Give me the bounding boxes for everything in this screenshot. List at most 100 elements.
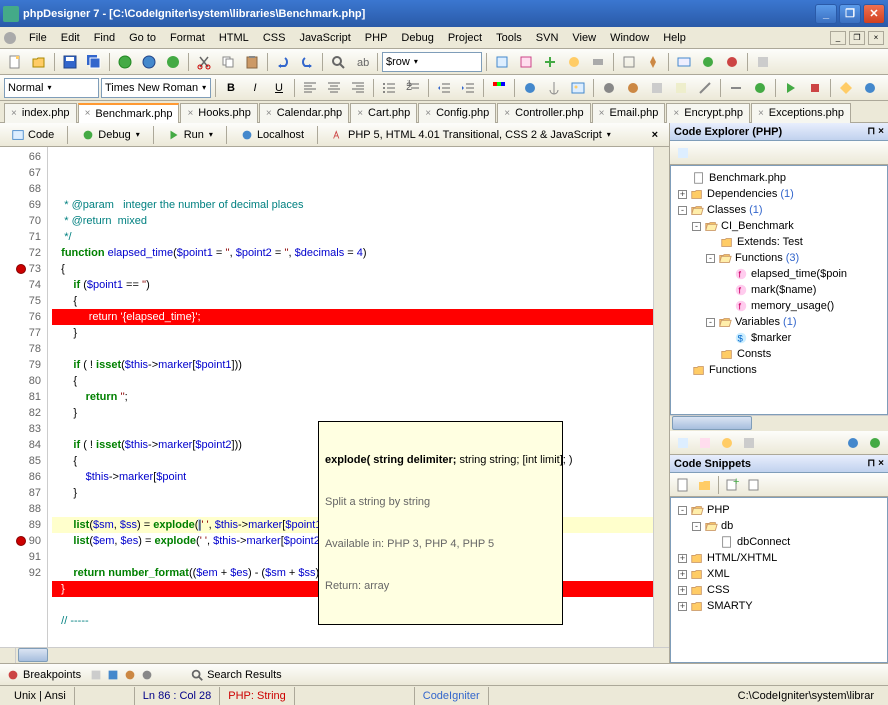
tree-node[interactable]: +SMARTY [675, 598, 883, 614]
image-button[interactable] [567, 77, 589, 99]
record-icon[interactable] [4, 32, 16, 44]
file-tab[interactable]: ×index.php [4, 103, 77, 123]
tree-node[interactable]: Consts [675, 346, 883, 362]
pin-icon[interactable]: ⊓ [867, 126, 875, 137]
menu-svn[interactable]: SVN [529, 30, 566, 46]
menu-project[interactable]: Project [441, 30, 489, 46]
pin-icon[interactable]: ⊓ [867, 458, 875, 469]
ebt-2[interactable] [694, 432, 716, 454]
indent-button[interactable] [457, 77, 479, 99]
tool-1[interactable] [491, 51, 513, 73]
tree-node[interactable]: -CI_Benchmark [675, 218, 883, 234]
maximize-button[interactable]: ❐ [839, 4, 861, 24]
ebt-1[interactable] [672, 432, 694, 454]
sn-edit[interactable] [743, 474, 765, 496]
tree-node[interactable]: -PHP [675, 502, 883, 518]
tool-7[interactable] [642, 51, 664, 73]
undo-button[interactable] [272, 51, 294, 73]
misc-4[interactable] [670, 77, 692, 99]
tree-node[interactable]: +Dependencies (1) [675, 186, 883, 202]
menu-view[interactable]: View [565, 30, 603, 46]
tree-node[interactable]: -Classes (1) [675, 202, 883, 218]
tree-node[interactable]: Extends: Test [675, 234, 883, 250]
menu-find[interactable]: Find [87, 30, 122, 46]
menu-html[interactable]: HTML [212, 30, 256, 46]
new-file-button[interactable] [4, 51, 26, 73]
cut-button[interactable] [193, 51, 215, 73]
editor-close-button[interactable]: × [645, 126, 665, 144]
menu-file[interactable]: File [22, 30, 54, 46]
list-ul-button[interactable] [378, 77, 400, 99]
tree-node[interactable]: +CSS [675, 582, 883, 598]
anchor-button[interactable] [543, 77, 565, 99]
lang-mode-button[interactable]: PHP 5, HTML 4.01 Transitional, CSS 2 & J… [324, 125, 618, 145]
menu-help[interactable]: Help [656, 30, 693, 46]
tree-node[interactable]: fmark($name) [675, 282, 883, 298]
tree-node[interactable]: +HTML/XHTML [675, 550, 883, 566]
mdi-minimize-button[interactable]: _ [830, 31, 846, 45]
tree-node[interactable]: felapsed_time($poin [675, 266, 883, 282]
paste-button[interactable] [241, 51, 263, 73]
tree-node[interactable]: -Functions (3) [675, 250, 883, 266]
tree-node[interactable]: -db [675, 518, 883, 534]
file-tab[interactable]: ×Exceptions.php [751, 103, 851, 123]
italic-button[interactable]: I [244, 77, 266, 99]
file-tab[interactable]: ×Encrypt.php [666, 103, 750, 123]
list-ol-button[interactable]: 12 [402, 77, 424, 99]
file-tab[interactable]: ×Calendar.php [259, 103, 349, 123]
misc-1[interactable] [598, 77, 620, 99]
tool-9[interactable] [697, 51, 719, 73]
file-tab[interactable]: ×Email.php [592, 103, 666, 123]
tab-close-icon[interactable]: × [599, 108, 605, 119]
ebt-6[interactable] [864, 432, 886, 454]
find-button[interactable] [327, 51, 349, 73]
copy-button[interactable] [217, 51, 239, 73]
sn-new[interactable] [672, 474, 694, 496]
tool-10[interactable] [721, 51, 743, 73]
code-editor[interactable]: 6667686970717273747576777879808182838485… [0, 147, 669, 647]
breakpoints-tab[interactable]: Breakpoints [6, 668, 81, 682]
tool-5[interactable] [587, 51, 609, 73]
sn-add[interactable]: + [721, 474, 743, 496]
misc-2[interactable] [622, 77, 644, 99]
mdi-close-button[interactable]: × [868, 31, 884, 45]
misc-9[interactable] [859, 77, 881, 99]
localhost-button[interactable]: Localhost [233, 125, 311, 145]
file-tab[interactable]: ×Hooks.php [180, 103, 257, 123]
stop-button[interactable] [804, 77, 826, 99]
ce-scroll-h[interactable] [670, 415, 888, 431]
tree-node[interactable]: Functions [675, 362, 883, 378]
misc-5[interactable] [694, 77, 716, 99]
menu-edit[interactable]: Edit [54, 30, 87, 46]
ebt-5[interactable] [842, 432, 864, 454]
save-button[interactable] [59, 51, 81, 73]
ce-tool-1[interactable] [672, 142, 694, 164]
style-combo[interactable]: Normal▾ [4, 78, 99, 98]
ebt-4[interactable] [738, 432, 760, 454]
redo-button[interactable] [296, 51, 318, 73]
globe-blue-button[interactable] [138, 51, 160, 73]
search-results-tab[interactable]: Search Results [190, 668, 282, 682]
save-all-button[interactable] [83, 51, 105, 73]
mdi-restore-button[interactable]: ❐ [849, 31, 865, 45]
tab-close-icon[interactable]: × [357, 108, 363, 119]
file-tab[interactable]: ×Config.php [418, 103, 496, 123]
tree-node[interactable]: Benchmark.php [675, 170, 883, 186]
file-tab[interactable]: ×Cart.php [350, 103, 417, 123]
tree-node[interactable]: -Variables (1) [675, 314, 883, 330]
tree-node[interactable]: $$marker [675, 330, 883, 346]
tab-close-icon[interactable]: × [11, 108, 17, 119]
tool-3[interactable] [539, 51, 561, 73]
color-picker-button[interactable] [488, 77, 510, 99]
font-combo[interactable]: Times New Roman▾ [101, 78, 211, 98]
panel-close-icon[interactable]: × [878, 126, 884, 137]
tool-11[interactable] [752, 51, 774, 73]
open-file-button[interactable] [28, 51, 50, 73]
close-button[interactable]: ✕ [863, 4, 885, 24]
underline-button[interactable]: U [268, 77, 290, 99]
code-view-button[interactable]: Code [4, 125, 61, 145]
tree-node[interactable]: +XML [675, 566, 883, 582]
bottom-tools[interactable] [89, 668, 154, 682]
menu-css[interactable]: CSS [256, 30, 293, 46]
misc-7[interactable] [749, 77, 771, 99]
